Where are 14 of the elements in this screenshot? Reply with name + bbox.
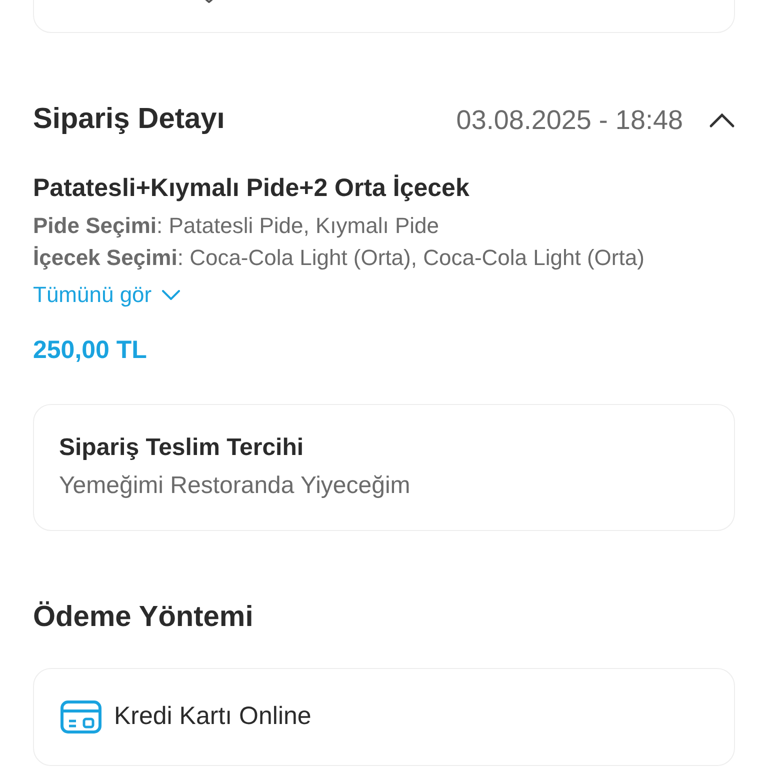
payment-method: Kredi Kartı Online <box>114 701 312 732</box>
delivery-value: Yemeğimi Restoranda Yiyeceğim <box>59 471 412 501</box>
section-title: Sipariş Detayı <box>33 102 225 137</box>
chevron-icon[interactable] <box>709 112 735 128</box>
card-title: Sipariş Teslim Tercihi <box>59 433 305 463</box>
chevron-down-icon <box>162 290 180 300</box>
credit-card-icon <box>60 700 102 734</box>
item-option: İçecek Seçimi: Coca-Cola Light (Orta), Coca-Cola Light (Orta) <box>33 242 735 274</box>
item-name: Patatesli+Kıymalı Pide+2 Orta İçecek <box>33 173 470 204</box>
item-option: Pide Seçimi: Patatesli Pide, Kıymalı Pide <box>33 210 735 242</box>
see-all-link[interactable]: Tümünü gör <box>33 280 180 310</box>
order-datetime: 03.08.2025 - 18:48 <box>456 104 683 136</box>
item-price: 250,00 TL <box>33 335 148 366</box>
section-title: Ödeme Yöntemi <box>33 600 254 635</box>
